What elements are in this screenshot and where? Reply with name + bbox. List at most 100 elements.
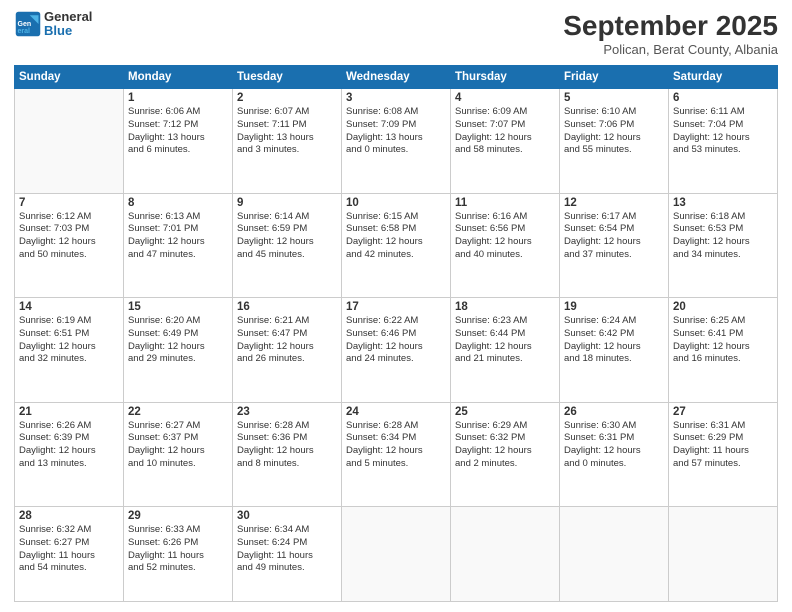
calendar-cell <box>669 507 778 602</box>
calendar-cell <box>342 507 451 602</box>
day-number: 6 <box>673 92 773 104</box>
day-info: Sunrise: 6:31 AMSunset: 6:29 PMDaylight:… <box>673 420 773 471</box>
day-info: Sunrise: 6:24 AMSunset: 6:42 PMDaylight:… <box>564 315 664 366</box>
calendar-page: Gen eral General Blue September 2025 Pol… <box>0 0 792 612</box>
title-area: September 2025 Polican, Berat County, Al… <box>563 10 778 57</box>
calendar-cell: 20 Sunrise: 6:25 AMSunset: 6:41 PMDayligh… <box>669 298 778 403</box>
day-info: Sunrise: 6:30 AMSunset: 6:31 PMDaylight:… <box>564 420 664 471</box>
day-info: Sunrise: 6:19 AMSunset: 6:51 PMDaylight:… <box>19 315 119 366</box>
day-info: Sunrise: 6:23 AMSunset: 6:44 PMDaylight:… <box>455 315 555 366</box>
calendar-cell: 4 Sunrise: 6:09 AMSunset: 7:07 PMDaylight… <box>451 89 560 194</box>
calendar-week-row: 14 Sunrise: 6:19 AMSunset: 6:51 PMDayligh… <box>15 298 778 403</box>
calendar-cell: 23Sunrise: 6:28 AMSunset: 6:36 PMDayligh… <box>233 402 342 507</box>
calendar-cell: 14 Sunrise: 6:19 AMSunset: 6:51 PMDayligh… <box>15 298 124 403</box>
svg-text:Gen: Gen <box>18 21 32 28</box>
calendar-cell: 18 Sunrise: 6:23 AMSunset: 6:44 PMDayligh… <box>451 298 560 403</box>
day-number: 27 <box>673 406 773 418</box>
logo: Gen eral General Blue <box>14 10 92 39</box>
day-info: Sunrise: 6:10 AMSunset: 7:06 PMDaylight:… <box>564 106 664 157</box>
day-info: Sunrise: 6:29 AMSunset: 6:32 PMDaylight:… <box>455 420 555 471</box>
day-number: 3 <box>346 92 446 104</box>
calendar-cell: 11Sunrise: 6:16 AMSunset: 6:56 PMDayligh… <box>451 193 560 298</box>
calendar-cell: 19 Sunrise: 6:24 AMSunset: 6:42 PMDayligh… <box>560 298 669 403</box>
calendar-cell: 25 Sunrise: 6:29 AMSunset: 6:32 PMDayligh… <box>451 402 560 507</box>
day-number: 7 <box>19 197 119 209</box>
day-info: Sunrise: 6:07 AMSunset: 7:11 PMDaylight:… <box>237 106 337 157</box>
day-number: 25 <box>455 406 555 418</box>
header: Gen eral General Blue September 2025 Pol… <box>14 10 778 57</box>
day-info: Sunrise: 6:32 AMSunset: 6:27 PMDaylight:… <box>19 524 119 575</box>
day-info: Sunrise: 6:33 AMSunset: 6:26 PMDaylight:… <box>128 524 228 575</box>
subtitle: Polican, Berat County, Albania <box>563 42 778 57</box>
calendar-cell: 7Sunrise: 6:12 AMSunset: 7:03 PMDaylight… <box>15 193 124 298</box>
calendar-cell: 27 Sunrise: 6:31 AMSunset: 6:29 PMDayligh… <box>669 402 778 507</box>
day-info: Sunrise: 6:34 AMSunset: 6:24 PMDaylight:… <box>237 524 337 575</box>
day-info: Sunrise: 6:09 AMSunset: 7:07 PMDaylight:… <box>455 106 555 157</box>
day-number: 24 <box>346 406 446 418</box>
logo-blue: Blue <box>44 24 92 38</box>
day-info: Sunrise: 6:27 AMSunset: 6:37 PMDaylight:… <box>128 420 228 471</box>
calendar-cell: 30 Sunrise: 6:34 AMSunset: 6:24 PMDayligh… <box>233 507 342 602</box>
day-number: 13 <box>673 197 773 209</box>
day-number: 19 <box>564 301 664 313</box>
calendar-week-row: 28 Sunrise: 6:32 AMSunset: 6:27 PMDayligh… <box>15 507 778 602</box>
day-info: Sunrise: 6:28 AMSunset: 6:34 PMDaylight:… <box>346 420 446 471</box>
calendar-cell: 24 Sunrise: 6:28 AMSunset: 6:34 PMDayligh… <box>342 402 451 507</box>
day-number: 28 <box>19 510 119 522</box>
day-number: 18 <box>455 301 555 313</box>
day-of-week-header: Sunday <box>15 66 124 89</box>
day-info: Sunrise: 6:11 AMSunset: 7:04 PMDaylight:… <box>673 106 773 157</box>
day-number: 30 <box>237 510 337 522</box>
calendar-cell: 26Sunrise: 6:30 AMSunset: 6:31 PMDayligh… <box>560 402 669 507</box>
day-of-week-header: Wednesday <box>342 66 451 89</box>
calendar-cell: 8 Sunrise: 6:13 AMSunset: 7:01 PMDaylight… <box>124 193 233 298</box>
day-info: Sunrise: 6:15 AMSunset: 6:58 PMDaylight:… <box>346 211 446 262</box>
day-number: 17 <box>346 301 446 313</box>
day-number: 2 <box>237 92 337 104</box>
calendar-cell <box>451 507 560 602</box>
calendar-cell: 1 Sunrise: 6:06 AMSunset: 7:12 PMDaylight… <box>124 89 233 194</box>
day-info: Sunrise: 6:18 AMSunset: 6:53 PMDaylight:… <box>673 211 773 262</box>
calendar-cell: 22 Sunrise: 6:27 AMSunset: 6:37 PMDayligh… <box>124 402 233 507</box>
day-number: 9 <box>237 197 337 209</box>
day-number: 1 <box>128 92 228 104</box>
calendar-cell: 16 Sunrise: 6:21 AMSunset: 6:47 PMDayligh… <box>233 298 342 403</box>
day-number: 20 <box>673 301 773 313</box>
calendar-week-row: 7Sunrise: 6:12 AMSunset: 7:03 PMDaylight… <box>15 193 778 298</box>
day-number: 5 <box>564 92 664 104</box>
day-number: 10 <box>346 197 446 209</box>
day-number: 4 <box>455 92 555 104</box>
day-number: 22 <box>128 406 228 418</box>
calendar-cell: 21 Sunrise: 6:26 AMSunset: 6:39 PMDayligh… <box>15 402 124 507</box>
day-number: 8 <box>128 197 228 209</box>
day-info: Sunrise: 6:06 AMSunset: 7:12 PMDaylight:… <box>128 106 228 157</box>
day-info: Sunrise: 6:13 AMSunset: 7:01 PMDaylight:… <box>128 211 228 262</box>
day-info: Sunrise: 6:21 AMSunset: 6:47 PMDaylight:… <box>237 315 337 366</box>
calendar-cell: 3Sunrise: 6:08 AMSunset: 7:09 PMDaylight… <box>342 89 451 194</box>
day-of-week-header: Tuesday <box>233 66 342 89</box>
svg-text:eral: eral <box>18 28 31 35</box>
calendar-cell <box>560 507 669 602</box>
day-info: Sunrise: 6:16 AMSunset: 6:56 PMDaylight:… <box>455 211 555 262</box>
calendar-cell: 28 Sunrise: 6:32 AMSunset: 6:27 PMDayligh… <box>15 507 124 602</box>
calendar-week-row: 1 Sunrise: 6:06 AMSunset: 7:12 PMDaylight… <box>15 89 778 194</box>
day-info: Sunrise: 6:22 AMSunset: 6:46 PMDaylight:… <box>346 315 446 366</box>
day-number: 21 <box>19 406 119 418</box>
day-of-week-header: Saturday <box>669 66 778 89</box>
day-info: Sunrise: 6:25 AMSunset: 6:41 PMDaylight:… <box>673 315 773 366</box>
logo-text: General Blue <box>44 10 92 39</box>
calendar-cell: 29Sunrise: 6:33 AMSunset: 6:26 PMDayligh… <box>124 507 233 602</box>
day-number: 14 <box>19 301 119 313</box>
calendar-cell: 15Sunrise: 6:20 AMSunset: 6:49 PMDayligh… <box>124 298 233 403</box>
calendar-cell: 6 Sunrise: 6:11 AMSunset: 7:04 PMDaylight… <box>669 89 778 194</box>
day-info: Sunrise: 6:20 AMSunset: 6:49 PMDaylight:… <box>128 315 228 366</box>
day-number: 16 <box>237 301 337 313</box>
day-of-week-header: Monday <box>124 66 233 89</box>
day-number: 23 <box>237 406 337 418</box>
logo-general: General <box>44 10 92 24</box>
calendar-cell: 12Sunrise: 6:17 AMSunset: 6:54 PMDayligh… <box>560 193 669 298</box>
calendar-table: SundayMondayTuesdayWednesdayThursdayFrid… <box>14 65 778 602</box>
calendar-cell: 17 Sunrise: 6:22 AMSunset: 6:46 PMDayligh… <box>342 298 451 403</box>
calendar-week-row: 21 Sunrise: 6:26 AMSunset: 6:39 PMDayligh… <box>15 402 778 507</box>
day-info: Sunrise: 6:26 AMSunset: 6:39 PMDaylight:… <box>19 420 119 471</box>
